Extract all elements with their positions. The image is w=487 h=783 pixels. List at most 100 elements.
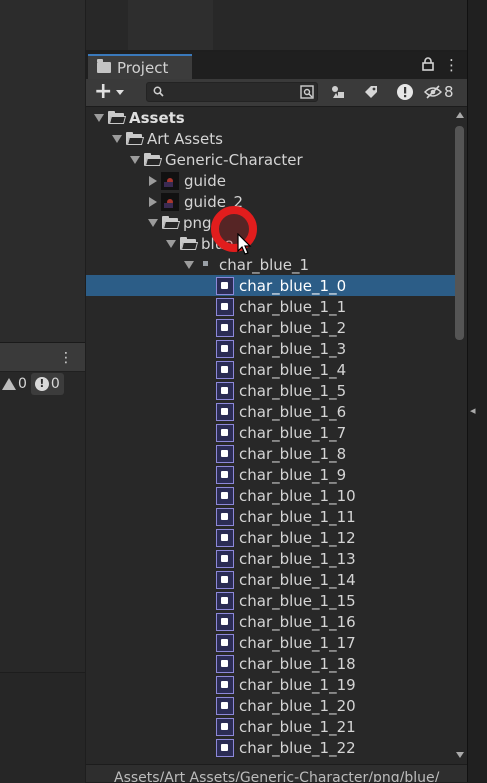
tree-asset-row[interactable]: char_blue_1_1 bbox=[86, 296, 455, 317]
tree-item-label: char_blue_1_13 bbox=[239, 549, 356, 568]
hidden-packages-toggle[interactable]: 8 bbox=[424, 82, 454, 102]
tree-item-label: Generic-Character bbox=[165, 150, 303, 169]
splitter-handle[interactable]: ◂ bbox=[470, 404, 476, 417]
top-panel bbox=[86, 0, 467, 50]
sprite-icon bbox=[216, 528, 234, 547]
folder-open-icon bbox=[126, 132, 145, 145]
scroll-thumb[interactable] bbox=[455, 126, 464, 340]
console-counts: 0 ! 0 bbox=[0, 373, 64, 395]
tree-asset-row[interactable]: guide_2 bbox=[86, 191, 455, 212]
tree-item-label: char_blue_1_21 bbox=[239, 717, 356, 736]
console-menu-icon[interactable]: ⋮ bbox=[59, 350, 73, 366]
shapes-icon bbox=[332, 86, 344, 98]
image-thumbnail-icon bbox=[161, 192, 179, 211]
sprite-icon bbox=[216, 444, 234, 463]
tab-project[interactable]: Project bbox=[88, 54, 192, 79]
warning-count: 0 bbox=[18, 376, 27, 392]
sprite-icon bbox=[216, 570, 234, 589]
alert-circle-icon bbox=[397, 84, 413, 100]
lock-icon[interactable] bbox=[421, 57, 435, 71]
tree-asset-row[interactable]: char_blue_1_13 bbox=[86, 548, 455, 569]
scroll-down-arrow[interactable] bbox=[456, 752, 464, 758]
filter-by-type-button[interactable] bbox=[327, 82, 349, 102]
tag-icon bbox=[365, 86, 377, 98]
tree-item-label: char_blue_1_19 bbox=[239, 675, 356, 694]
scroll-up-arrow[interactable] bbox=[456, 112, 464, 118]
tree-item-label: char_blue_1_1 bbox=[239, 297, 347, 316]
create-asset-button[interactable]: + bbox=[94, 81, 125, 103]
tree-asset-row[interactable]: guide bbox=[86, 170, 455, 191]
expand-arrow-icon[interactable] bbox=[112, 134, 122, 143]
tree-folder-row[interactable]: png bbox=[86, 212, 455, 233]
filter-by-label-button[interactable] bbox=[360, 82, 382, 102]
tree-item-label: char_blue_1_10 bbox=[239, 486, 356, 505]
expand-arrow-icon[interactable] bbox=[148, 218, 158, 227]
sprite-icon bbox=[216, 591, 234, 610]
tree-asset-row[interactable]: char_blue_1_11 bbox=[86, 506, 455, 527]
tree-asset-row[interactable]: char_blue_1_0 bbox=[86, 275, 455, 296]
project-window: Project ⋮ + 8 Assets Art Assets Generic-… bbox=[86, 52, 467, 782]
project-toolbar: + 8 bbox=[86, 79, 467, 107]
log-button[interactable] bbox=[394, 82, 416, 102]
chevron-down-icon bbox=[116, 89, 125, 95]
tree-item-label: char_blue_1_16 bbox=[239, 612, 356, 631]
tree-folder-row[interactable]: blue bbox=[86, 233, 455, 254]
tree-asset-row[interactable]: char_blue_1_12 bbox=[86, 527, 455, 548]
search-filter-icon bbox=[300, 85, 314, 99]
folder-open-icon bbox=[180, 237, 199, 250]
tree-asset-row[interactable]: char_blue_1_6 bbox=[86, 401, 455, 422]
tree-asset-row[interactable]: char_blue_1_5 bbox=[86, 380, 455, 401]
tree-item-label: char_blue_1_8 bbox=[239, 444, 347, 463]
sprite-icon bbox=[216, 612, 234, 631]
collapse-arrow-icon[interactable] bbox=[149, 196, 157, 207]
hidden-count-value: 8 bbox=[444, 83, 454, 101]
tree-item-label: char_blue_1_9 bbox=[239, 465, 347, 484]
tree-asset-row[interactable]: char_blue_1_21 bbox=[86, 716, 455, 737]
tree-asset-row[interactable]: char_blue_1_9 bbox=[86, 464, 455, 485]
tree-asset-row[interactable]: char_blue_1_15 bbox=[86, 590, 455, 611]
tree-scrollbar[interactable] bbox=[454, 112, 466, 762]
status-path-bar: Assets/Art Assets/Generic-Character/png/… bbox=[86, 764, 467, 782]
expand-arrow-icon[interactable] bbox=[94, 113, 104, 122]
tree-asset-row[interactable]: char_blue_1_4 bbox=[86, 359, 455, 380]
sprite-icon bbox=[216, 717, 234, 736]
collapse-arrow-icon[interactable] bbox=[149, 175, 157, 186]
right-edge-panel: ◂ bbox=[467, 0, 487, 782]
tree-asset-row[interactable]: char_blue_1_16 bbox=[86, 611, 455, 632]
sprite-icon bbox=[216, 465, 234, 484]
warning-icon bbox=[2, 378, 16, 390]
tree-asset-row[interactable]: char_blue_1_20 bbox=[86, 695, 455, 716]
image-thumbnail-icon bbox=[161, 171, 179, 190]
sprite-icon bbox=[216, 486, 234, 505]
tree-folder-row[interactable]: Assets bbox=[86, 107, 455, 128]
window-menu-icon[interactable]: ⋮ bbox=[444, 56, 459, 74]
error-icon: ! bbox=[34, 377, 49, 391]
search-field[interactable] bbox=[146, 82, 319, 103]
tree-asset-row[interactable]: char_blue_1_17 bbox=[86, 632, 455, 653]
error-toggle[interactable]: ! 0 bbox=[30, 373, 64, 395]
tree-asset-row[interactable]: char_blue_1_7 bbox=[86, 422, 455, 443]
tree-asset-row[interactable]: char_blue_1_3 bbox=[86, 338, 455, 359]
console-header: ⋮ bbox=[0, 343, 85, 372]
tree-asset-row[interactable]: char_blue_1_2 bbox=[86, 317, 455, 338]
sprite-icon bbox=[216, 696, 234, 715]
tree-folder-row[interactable]: Generic-Character bbox=[86, 149, 455, 170]
tree-asset-row[interactable]: char_blue_1 bbox=[86, 254, 455, 275]
tree-item-label: Assets bbox=[129, 108, 185, 127]
search-by-type-button[interactable] bbox=[296, 82, 318, 102]
tree-asset-row[interactable]: char_blue_1_22 bbox=[86, 737, 455, 758]
tree-item-label: char_blue_1 bbox=[219, 255, 310, 274]
tree-asset-row[interactable]: char_blue_1_10 bbox=[86, 485, 455, 506]
tree-folder-row[interactable]: Art Assets bbox=[86, 128, 455, 149]
status-path: Assets/Art Assets/Generic-Character/png/… bbox=[114, 770, 440, 782]
tree-asset-row[interactable]: char_blue_1_8 bbox=[86, 443, 455, 464]
tree-item-label: char_blue_1_5 bbox=[239, 381, 347, 400]
expand-arrow-icon[interactable] bbox=[130, 155, 140, 164]
tree-asset-row[interactable]: char_blue_1_18 bbox=[86, 653, 455, 674]
expand-arrow-icon[interactable] bbox=[184, 260, 194, 269]
tree-item-label: char_blue_1_11 bbox=[239, 507, 356, 526]
expand-arrow-icon[interactable] bbox=[166, 239, 176, 248]
tree-asset-row[interactable]: char_blue_1_14 bbox=[86, 569, 455, 590]
tree-asset-row[interactable]: char_blue_1_19 bbox=[86, 674, 455, 695]
warning-toggle[interactable]: 0 bbox=[0, 373, 29, 395]
